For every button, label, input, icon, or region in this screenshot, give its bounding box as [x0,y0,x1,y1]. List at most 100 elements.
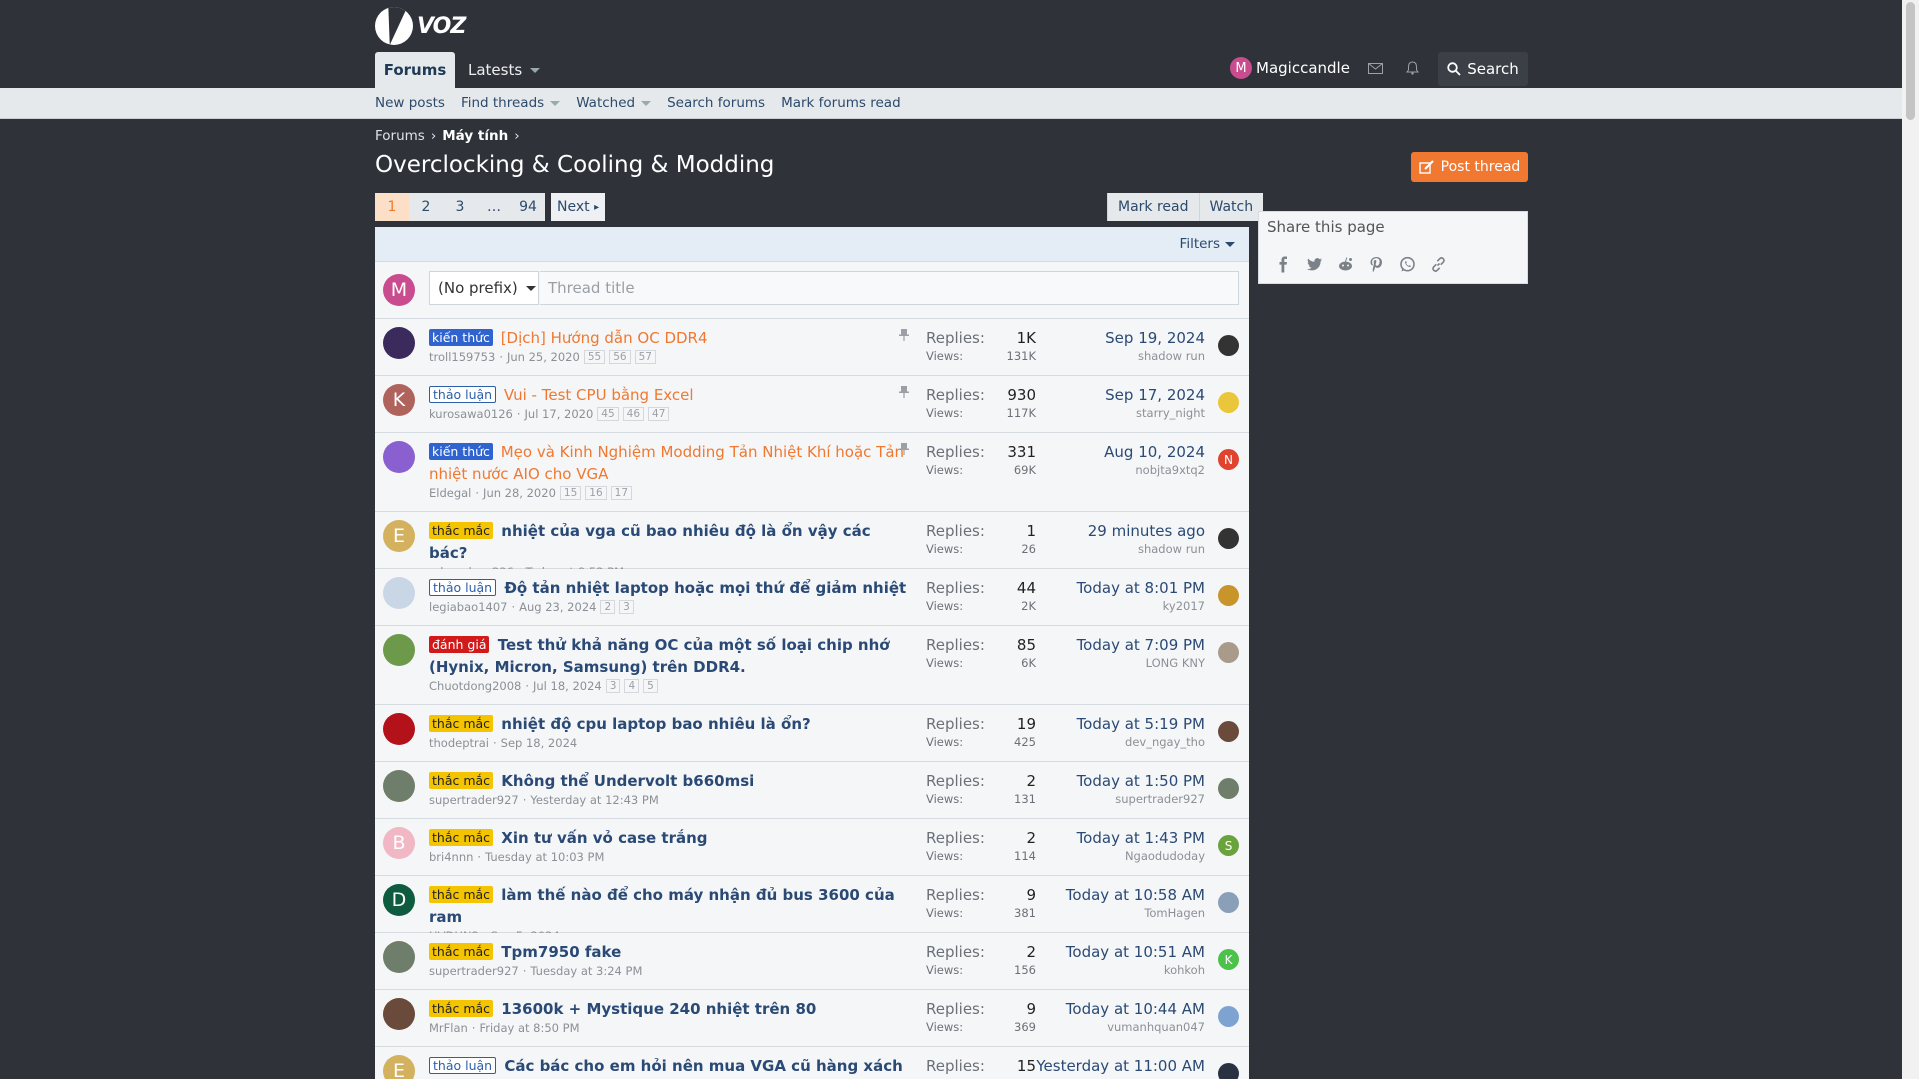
avatar[interactable]: K [383,384,415,416]
twitter-icon[interactable] [1306,256,1323,273]
thread-author[interactable]: kurosawa0126 [429,407,513,421]
thread-title-link[interactable]: Các bác cho em hỏi nên mua VGA cũ hàng x… [429,1057,902,1079]
last-poster-avatar[interactable] [1218,721,1239,742]
last-post-date[interactable]: Today at 10:51 AM [1066,941,1205,963]
last-post-date[interactable]: Today at 1:50 PM [1077,770,1205,792]
thread-title-link[interactable]: Độ tản nhiệt laptop hoặc mọi thứ để giảm… [504,579,906,597]
thread-start-date[interactable]: Jul 17, 2020 [525,407,594,421]
thread-start-date[interactable]: Tuesday at 10:03 PM [485,850,604,864]
last-poster-avatar[interactable] [1218,642,1239,663]
thread-page-link[interactable]: 45 [597,407,619,421]
thread-row[interactable]: D thắc mắc làm thế nào để cho máy nhận đ… [375,876,1249,943]
last-post-user[interactable]: vumanhquan047 [1066,1020,1205,1034]
thread-page-link[interactable]: 3 [619,600,634,614]
last-post-date[interactable]: Sep 19, 2024 [1105,327,1205,349]
thread-page-link[interactable]: 3 [605,679,621,693]
last-poster-avatar[interactable] [1218,585,1239,606]
avatar[interactable] [383,998,415,1030]
last-poster-avatar[interactable]: N [1218,449,1239,470]
thread-page-link[interactable]: 46 [622,407,645,421]
last-post-user[interactable]: kohkoh [1066,963,1205,977]
thread-prefix-label[interactable]: thắc mắc [429,943,494,960]
last-poster-avatar[interactable] [1218,528,1239,549]
avatar[interactable] [383,327,415,359]
thread-row[interactable]: kiến thức Mẹo và Kinh Nghiệm Modding Tản… [375,433,1249,512]
thread-start-date[interactable]: Yesterday at 12:43 PM [530,793,658,807]
thread-author[interactable]: bri4nnn [429,850,473,864]
last-poster-avatar[interactable] [1218,778,1239,799]
link-icon[interactable] [1430,256,1447,273]
last-post-date[interactable]: Today at 10:44 AM [1066,998,1205,1020]
inbox-button[interactable] [1368,52,1383,84]
page-94[interactable]: 94 [511,193,545,221]
thread-title-link[interactable]: Mẹo và Kinh Nghiệm Modding Tản Nhiệt Khí… [429,443,904,483]
thread-prefix-label[interactable]: thảo luận [429,1057,497,1074]
last-post-user[interactable]: ky2017 [1077,599,1205,613]
facebook-icon[interactable] [1275,256,1292,273]
thread-start-date[interactable]: Aug 23, 2024 [519,600,596,614]
thread-row[interactable]: K thảo luận Vui - Test CPU bằng Excel ku… [375,376,1249,433]
last-post-date[interactable]: Today at 7:09 PM [1077,634,1205,656]
avatar[interactable]: D [383,884,415,916]
last-post-user[interactable]: shadow run [1105,349,1205,363]
thread-start-date[interactable]: Sep 18, 2024 [501,736,578,750]
mark-read-button[interactable]: Mark read [1107,193,1199,221]
subnav-new-posts[interactable]: New posts [375,95,445,111]
thread-row[interactable]: thắc mắc Tpm7950 fake supertrader927 · T… [375,933,1249,990]
last-post-user[interactable]: LONG KNY [1077,656,1205,670]
avatar[interactable]: E [383,520,415,552]
thread-start-date[interactable]: Friday at 8:50 PM [479,1021,579,1035]
search-button[interactable]: Search [1438,52,1528,86]
last-post-user[interactable]: supertrader927 [1077,792,1205,806]
scrollbar-thumb[interactable] [1906,2,1915,120]
subnav-find-threads[interactable]: Find threads [461,95,561,111]
thread-prefix-label[interactable]: thắc mắc [429,715,494,732]
thread-page-link[interactable]: 4 [624,679,640,693]
thread-author[interactable]: legiabao1407 [429,600,507,614]
scrollbar[interactable] [1902,0,1919,1079]
thread-prefix-label[interactable]: thảo luận [429,579,497,596]
avatar[interactable] [383,941,415,973]
thread-page-link[interactable]: 47 [648,407,670,421]
last-poster-avatar[interactable] [1218,392,1239,413]
breadcrumb-may-tinh[interactable]: Máy tính [442,128,508,144]
thread-page-link[interactable]: 16 [585,486,607,500]
thread-row[interactable]: kiến thức [Dịch] Hướng dẫn OC DDR4 troll… [375,319,1249,376]
thread-row[interactable]: thắc mắc 13600k + Mystique 240 nhiệt trê… [375,990,1249,1047]
avatar[interactable]: E [383,1055,415,1079]
thread-row[interactable]: E thảo luận Các bác cho em hỏi nên mua V… [375,1047,1249,1079]
thread-page-link[interactable]: 57 [634,350,656,364]
watch-button[interactable]: Watch [1198,193,1264,221]
last-poster-avatar[interactable]: S [1218,835,1239,856]
thread-start-date[interactable]: Jul 18, 2024 [533,679,602,693]
reddit-icon[interactable] [1337,256,1354,273]
thread-author[interactable]: supertrader927 [429,964,519,978]
avatar[interactable] [383,770,415,802]
thread-prefix-label[interactable]: thắc mắc [429,1000,494,1017]
alerts-button[interactable] [1406,52,1419,84]
thread-row[interactable]: B thắc mắc Xin tư vấn vỏ case trắng bri4… [375,819,1249,876]
thread-page-link[interactable]: 17 [610,486,633,500]
last-poster-avatar[interactable] [1218,1063,1239,1079]
last-poster-avatar[interactable] [1218,892,1239,913]
thread-start-date[interactable]: Tuesday at 3:24 PM [530,964,642,978]
thread-author[interactable]: Eldegal [429,486,471,500]
last-post-date[interactable]: 29 minutes ago [1088,520,1205,542]
thread-prefix-label[interactable]: thảo luận [429,386,497,403]
thread-title-link[interactable]: làm thế nào để cho máy nhận đủ bus 3600 … [429,886,895,926]
thread-row[interactable]: đánh giá Test thử khả năng OC của một số… [375,626,1249,705]
thread-title-link[interactable]: [Dịch] Hướng dẫn OC DDR4 [501,329,708,347]
thread-prefix-label[interactable]: kiến thức [429,329,493,346]
page-ellipsis[interactable]: … [477,193,511,221]
thread-prefix-label[interactable]: thắc mắc [429,886,494,903]
last-post-date[interactable]: Today at 5:19 PM [1077,713,1205,735]
thread-prefix-label[interactable]: thắc mắc [429,772,494,789]
thread-prefix-label[interactable]: đánh giá [429,636,490,653]
last-post-date[interactable]: Yesterday at 11:00 AM [1036,1055,1205,1077]
thread-author[interactable]: thodeptrai [429,736,489,750]
last-post-user[interactable]: TomHagen [1066,906,1205,920]
last-poster-avatar[interactable] [1218,335,1239,356]
thread-prefix-label[interactable]: thắc mắc [429,522,494,539]
thread-title-link[interactable]: nhiệt của vga cũ bao nhiêu độ là ổn vậy … [429,522,871,562]
last-post-user[interactable]: dev_ngay_tho [1077,735,1205,749]
